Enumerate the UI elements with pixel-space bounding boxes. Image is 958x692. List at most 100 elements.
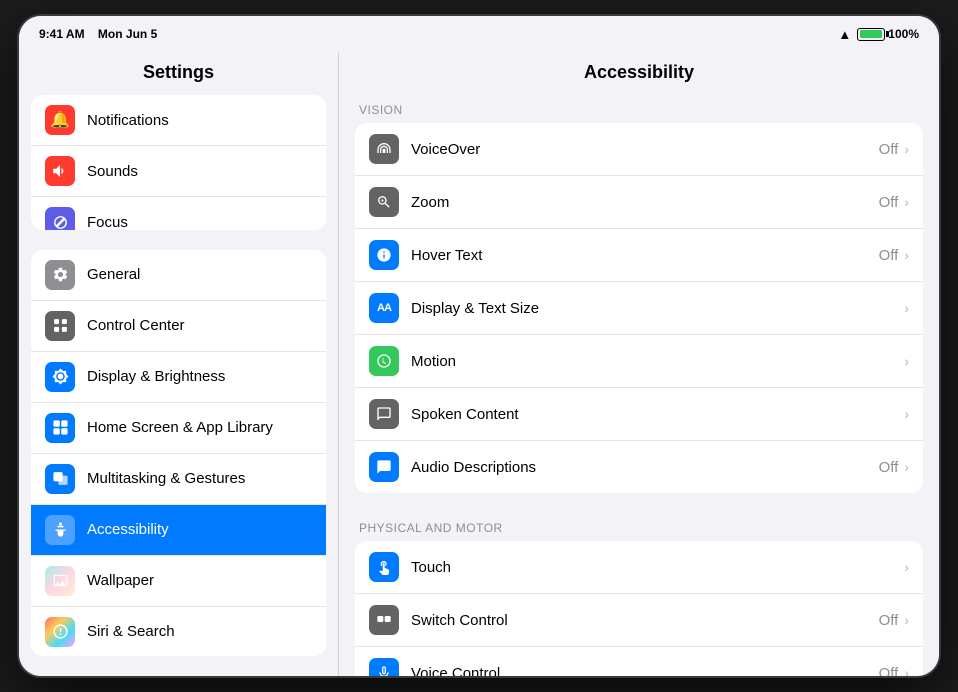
settings-item-audio-descriptions[interactable]: Audio Descriptions Off › xyxy=(355,441,923,493)
chevron-icon: › xyxy=(904,665,909,676)
sidebar-item-label: Control Center xyxy=(87,317,185,334)
display-text-size-icon: AA xyxy=(369,293,399,323)
settings-item-value: Off xyxy=(879,665,899,677)
sounds-icon xyxy=(45,156,75,186)
status-date: Mon Jun 5 xyxy=(98,27,157,41)
voiceover-icon xyxy=(369,134,399,164)
sidebar-item-control-center[interactable]: Control Center xyxy=(31,301,326,352)
sidebar-item-siri-search[interactable]: Siri & Search xyxy=(31,607,326,656)
display-brightness-icon xyxy=(45,362,75,392)
spoken-content-icon xyxy=(369,399,399,429)
chevron-icon: › xyxy=(904,141,909,157)
settings-item-label: Hover Text xyxy=(411,247,879,264)
battery-bar xyxy=(857,28,885,41)
settings-item-label: Motion xyxy=(411,353,904,370)
sidebar-item-label: Home Screen & App Library xyxy=(87,419,273,436)
wifi-icon: ▲ xyxy=(838,27,851,42)
sidebar-item-label: Siri & Search xyxy=(87,623,175,640)
sidebar-item-focus[interactable]: Focus xyxy=(31,197,326,230)
sidebar-item-sounds[interactable]: Sounds xyxy=(31,146,326,197)
settings-item-value: Off xyxy=(879,612,899,629)
sidebar-group-2: General Control Center Display & Brightn… xyxy=(31,250,326,656)
settings-item-voiceover[interactable]: VoiceOver Off › xyxy=(355,123,923,176)
settings-item-touch[interactable]: Touch › xyxy=(355,541,923,594)
settings-item-label: Audio Descriptions xyxy=(411,459,879,476)
battery-fill xyxy=(860,30,882,38)
voice-control-icon xyxy=(369,658,399,676)
sidebar-group-1: 🔔 Notifications Sounds Focus xyxy=(31,95,326,230)
chevron-icon: › xyxy=(904,559,909,575)
settings-item-label: Voice Control xyxy=(411,665,879,677)
settings-item-switch-control[interactable]: Switch Control Off › xyxy=(355,594,923,647)
chevron-icon: › xyxy=(904,353,909,369)
multitasking-icon xyxy=(45,464,75,494)
chevron-icon: › xyxy=(904,612,909,628)
general-icon xyxy=(45,260,75,290)
status-time: 9:41 AM xyxy=(39,27,85,41)
settings-item-spoken-content[interactable]: Spoken Content › xyxy=(355,388,923,441)
sidebar-item-home-screen[interactable]: Home Screen & App Library xyxy=(31,403,326,454)
sidebar-item-label: Accessibility xyxy=(87,521,169,538)
settings-item-motion[interactable]: Motion › xyxy=(355,335,923,388)
settings-item-value: Off xyxy=(879,459,899,476)
settings-item-display-text-size[interactable]: AA Display & Text Size › xyxy=(355,282,923,335)
sidebar-item-label: Sounds xyxy=(87,163,138,180)
settings-item-voice-control[interactable]: Voice Control Off › xyxy=(355,647,923,676)
sidebar: Settings 🔔 Notifications Sounds xyxy=(19,52,339,676)
hover-text-icon xyxy=(369,240,399,270)
main-content: Settings 🔔 Notifications Sounds xyxy=(19,52,939,676)
physical-motor-group: Touch › Switch Control Off › xyxy=(355,541,923,676)
home-screen-icon xyxy=(45,413,75,443)
settings-item-zoom[interactable]: Zoom Off › xyxy=(355,176,923,229)
control-center-icon xyxy=(45,311,75,341)
right-panel: Accessibility VISION VoiceOver Off › xyxy=(339,52,939,676)
motion-icon xyxy=(369,346,399,376)
siri-icon xyxy=(45,617,75,647)
chevron-icon: › xyxy=(904,194,909,210)
chevron-icon: › xyxy=(904,406,909,422)
status-time-date: 9:41 AM Mon Jun 5 xyxy=(39,27,157,41)
accessibility-icon xyxy=(45,515,75,545)
settings-item-label: Spoken Content xyxy=(411,406,904,423)
vision-section-label: VISION xyxy=(339,95,939,123)
audio-descriptions-icon xyxy=(369,452,399,482)
sidebar-item-display-brightness[interactable]: Display & Brightness xyxy=(31,352,326,403)
sidebar-item-general[interactable]: General xyxy=(31,250,326,301)
status-right: ▲ 100% xyxy=(838,27,919,42)
battery-indicator: 100% xyxy=(857,27,919,41)
status-bar: 9:41 AM Mon Jun 5 ▲ 100% xyxy=(19,16,939,52)
settings-item-value: Off xyxy=(879,194,899,211)
panel-title: Accessibility xyxy=(339,52,939,95)
chevron-icon: › xyxy=(904,300,909,316)
settings-item-label: VoiceOver xyxy=(411,141,879,158)
chevron-icon: › xyxy=(904,247,909,263)
physical-motor-section-label: PHYSICAL AND MOTOR xyxy=(339,513,939,541)
vision-group: VoiceOver Off › Zoom Off › xyxy=(355,123,923,493)
wallpaper-icon xyxy=(45,566,75,596)
settings-item-value: Off xyxy=(879,141,899,158)
sidebar-item-label: Focus xyxy=(87,214,128,230)
zoom-icon xyxy=(369,187,399,217)
sidebar-item-label: Notifications xyxy=(87,112,169,129)
sidebar-item-wallpaper[interactable]: Wallpaper xyxy=(31,556,326,607)
settings-item-label: Touch xyxy=(411,559,904,576)
settings-item-hover-text[interactable]: Hover Text Off › xyxy=(355,229,923,282)
ipad-frame: 9:41 AM Mon Jun 5 ▲ 100% Settings 🔔 Noti… xyxy=(19,16,939,676)
sidebar-item-label: Multitasking & Gestures xyxy=(87,470,245,487)
switch-control-icon xyxy=(369,605,399,635)
sidebar-item-label: Display & Brightness xyxy=(87,368,225,385)
sidebar-item-accessibility[interactable]: Accessibility xyxy=(31,505,326,556)
sidebar-item-notifications[interactable]: 🔔 Notifications xyxy=(31,95,326,146)
notifications-icon: 🔔 xyxy=(45,105,75,135)
touch-icon xyxy=(369,552,399,582)
settings-item-value: Off xyxy=(879,247,899,264)
sidebar-title: Settings xyxy=(19,52,338,95)
chevron-icon: › xyxy=(904,459,909,475)
sidebar-item-label: General xyxy=(87,266,140,283)
battery-percent: 100% xyxy=(888,27,919,41)
sidebar-item-multitasking[interactable]: Multitasking & Gestures xyxy=(31,454,326,505)
settings-item-label: Display & Text Size xyxy=(411,300,904,317)
sidebar-item-label: Wallpaper xyxy=(87,572,154,589)
settings-item-label: Zoom xyxy=(411,194,879,211)
focus-icon xyxy=(45,207,75,230)
